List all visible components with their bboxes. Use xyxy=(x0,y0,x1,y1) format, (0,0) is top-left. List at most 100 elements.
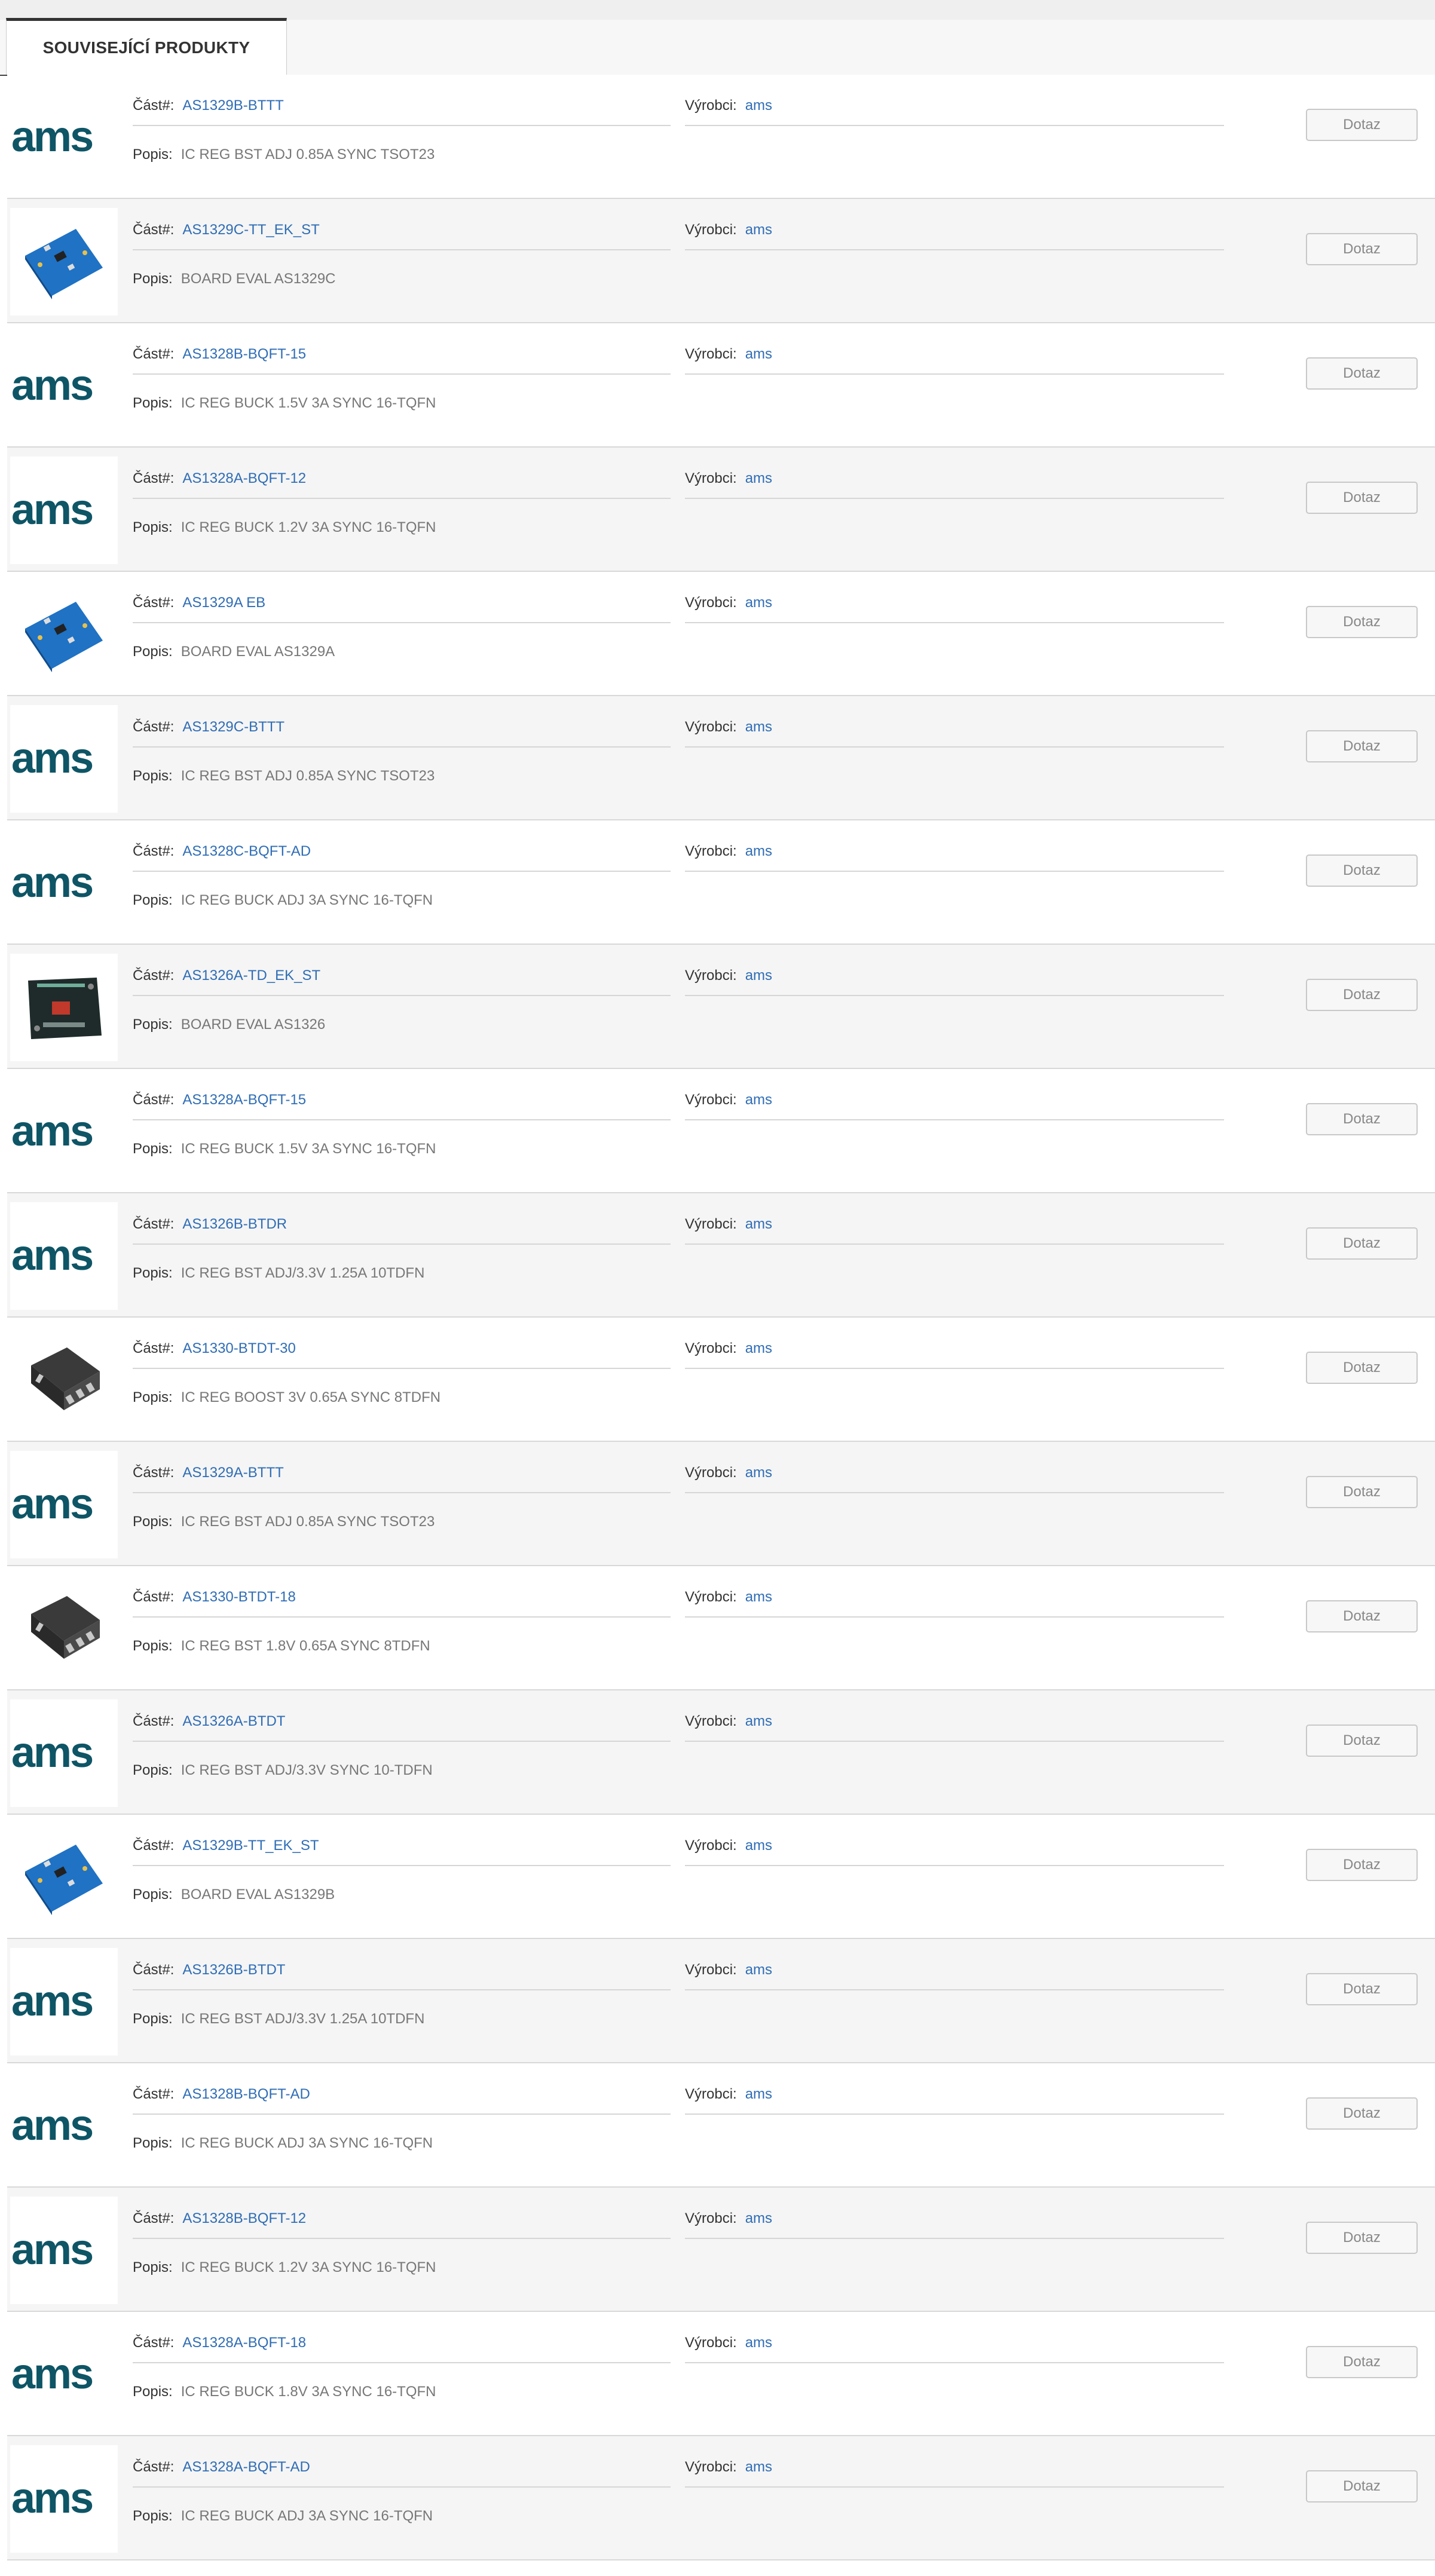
ams-logo-image[interactable]: ams xyxy=(10,332,118,440)
manufacturer-link[interactable]: ams xyxy=(745,1962,772,1978)
eval-board-blue-image[interactable] xyxy=(10,1824,118,1931)
part-number-link[interactable]: AS1328A-BQFT-12 xyxy=(182,470,306,486)
product-row: ams Část#: AS1328B-BQFT-12 Popis: IC REG BUC… xyxy=(7,2188,1435,2312)
inquiry-button[interactable]: Dotaz xyxy=(1306,233,1418,265)
manufacturer-link[interactable]: ams xyxy=(745,595,772,611)
divider xyxy=(133,1741,671,1742)
ams-logo-image[interactable]: ams xyxy=(10,2321,118,2428)
ams-logo-image[interactable]: ams xyxy=(10,457,118,564)
inquiry-button[interactable]: Dotaz xyxy=(1306,1600,1418,1632)
inquiry-button[interactable]: Dotaz xyxy=(1306,1227,1418,1260)
eval-board-blue-image[interactable] xyxy=(10,208,118,316)
inquiry-button[interactable]: Dotaz xyxy=(1306,1725,1418,1757)
manufacturer-link[interactable]: ams xyxy=(745,97,772,114)
part-number-link[interactable]: AS1326A-BTDT xyxy=(182,1713,285,1729)
divider xyxy=(133,746,671,748)
ams-logo-image[interactable]: ams xyxy=(10,2197,118,2304)
inquiry-button[interactable]: Dotaz xyxy=(1306,2346,1418,2378)
part-number-link[interactable]: AS1328B-BQFT-12 xyxy=(182,2210,306,2226)
inquiry-button[interactable]: Dotaz xyxy=(1306,854,1418,887)
ams-logo-image[interactable]: ams xyxy=(10,1699,118,1807)
inquiry-button[interactable]: Dotaz xyxy=(1306,482,1418,514)
part-number-link[interactable]: AS1328A-BQFT-15 xyxy=(182,1092,306,1108)
divider xyxy=(685,746,1224,748)
ams-logo-image[interactable]: ams xyxy=(10,2445,118,2553)
part-label: Část#: xyxy=(133,1589,175,1605)
manufacturer-link[interactable]: ams xyxy=(745,2459,772,2475)
chip-package-image[interactable] xyxy=(10,1327,118,1434)
eval-board-blue-image[interactable] xyxy=(10,581,118,688)
ams-logo-image[interactable]: ams xyxy=(10,1451,118,1558)
tab-related-products[interactable]: SOUVISEJÍCÍ PRODUKTY xyxy=(6,18,287,75)
manufacturer-link[interactable]: ams xyxy=(745,2210,772,2226)
divider xyxy=(685,249,1224,250)
part-number-link[interactable]: AS1330-BTDT-30 xyxy=(182,1340,295,1356)
part-number-link[interactable]: AS1328B-BQFT-AD xyxy=(182,2086,310,2102)
ams-logo-image[interactable]: ams xyxy=(10,1948,118,2056)
manufacturer-link[interactable]: ams xyxy=(745,719,772,735)
inquiry-button[interactable]: Dotaz xyxy=(1306,1973,1418,2005)
part-number-link[interactable]: AS1328A-BQFT-18 xyxy=(182,2335,306,2351)
ams-logo-image[interactable]: ams xyxy=(10,1202,118,1310)
manufacturer-link[interactable]: ams xyxy=(745,470,772,486)
description-field: Popis: IC REG BST ADJ/3.3V 1.25A 10TDFN xyxy=(133,1265,424,1282)
part-number-link[interactable]: AS1329A-BTTT xyxy=(182,1465,283,1481)
eval-board-dark-image[interactable] xyxy=(10,954,118,1061)
manufacturer-link[interactable]: ams xyxy=(745,1837,772,1854)
part-number-link[interactable]: AS1326B-BTDR xyxy=(182,1216,287,1232)
part-number-link[interactable]: AS1329B-BTTT xyxy=(182,97,283,114)
part-number-link[interactable]: AS1328A-BQFT-AD xyxy=(182,2459,310,2475)
description-text: IC REG BST ADJ/3.3V 1.25A 10TDFN xyxy=(180,1265,425,1281)
manufacturer-label: Výrobci: xyxy=(685,1962,737,1978)
ams-logo-image[interactable]: ams xyxy=(10,1078,118,1186)
description-text: IC REG BST 1.8V 0.65A SYNC 8TDFN xyxy=(180,1638,430,1654)
ams-logo-image[interactable]: ams xyxy=(10,829,118,937)
ams-logo-image[interactable]: ams xyxy=(10,705,118,813)
part-number-link[interactable]: AS1326B-BTDT xyxy=(182,1962,285,1978)
description-label: Popis: xyxy=(133,1389,173,1405)
manufacturer-link[interactable]: ams xyxy=(745,346,772,362)
inquiry-button[interactable]: Dotaz xyxy=(1306,1352,1418,1384)
manufacturer-field: Výrobci: ams xyxy=(685,1465,772,1481)
manufacturer-link[interactable]: ams xyxy=(745,1340,772,1356)
part-number-link[interactable]: AS1326A-TD_EK_ST xyxy=(182,967,320,984)
part-number-link[interactable]: AS1328C-BQFT-AD xyxy=(182,843,311,859)
part-label: Část#: xyxy=(133,2210,175,2226)
inquiry-button[interactable]: Dotaz xyxy=(1306,606,1418,638)
manufacturer-label: Výrobci: xyxy=(685,843,737,859)
inquiry-button[interactable]: Dotaz xyxy=(1306,2470,1418,2503)
manufacturer-label: Výrobci: xyxy=(685,1837,737,1854)
part-number-link[interactable]: AS1328B-BQFT-15 xyxy=(182,346,306,362)
part-number-link[interactable]: AS1330-BTDT-18 xyxy=(182,1589,295,1605)
product-row: ams Část#: AS1329B-BTTT Popis: IC REG BST AD… xyxy=(7,75,1435,199)
part-number-link[interactable]: AS1329B-TT_EK_ST xyxy=(182,1837,319,1854)
manufacturer-link[interactable]: ams xyxy=(745,1713,772,1729)
part-number-link[interactable]: AS1329C-TT_EK_ST xyxy=(182,222,319,238)
divider xyxy=(133,1243,671,1245)
inquiry-button[interactable]: Dotaz xyxy=(1306,2097,1418,2130)
inquiry-button[interactable]: Dotaz xyxy=(1306,109,1418,141)
inquiry-button[interactable]: Dotaz xyxy=(1306,730,1418,762)
part-number-link[interactable]: AS1329C-BTTT xyxy=(182,719,284,735)
part-number-link[interactable]: AS1329A EB xyxy=(182,595,265,611)
manufacturer-link[interactable]: ams xyxy=(745,967,772,984)
ams-logo-image[interactable]: ams xyxy=(10,84,118,191)
manufacturer-link[interactable]: ams xyxy=(745,2335,772,2351)
inquiry-button[interactable]: Dotaz xyxy=(1306,2222,1418,2254)
manufacturer-link[interactable]: ams xyxy=(745,1092,772,1108)
manufacturer-link[interactable]: ams xyxy=(745,1465,772,1481)
manufacturer-link[interactable]: ams xyxy=(745,1589,772,1605)
chip-package-image[interactable] xyxy=(10,1575,118,1683)
divider xyxy=(685,622,1224,623)
manufacturer-link[interactable]: ams xyxy=(745,2086,772,2102)
inquiry-button[interactable]: Dotaz xyxy=(1306,1476,1418,1508)
description-text: BOARD EVAL AS1329A xyxy=(180,644,335,660)
manufacturer-link[interactable]: ams xyxy=(745,843,772,859)
ams-logo-image[interactable]: ams xyxy=(10,2072,118,2180)
inquiry-button[interactable]: Dotaz xyxy=(1306,357,1418,390)
manufacturer-link[interactable]: ams xyxy=(745,1216,772,1232)
inquiry-button[interactable]: Dotaz xyxy=(1306,1849,1418,1881)
manufacturer-link[interactable]: ams xyxy=(745,222,772,238)
inquiry-button[interactable]: Dotaz xyxy=(1306,1103,1418,1135)
inquiry-button[interactable]: Dotaz xyxy=(1306,979,1418,1011)
